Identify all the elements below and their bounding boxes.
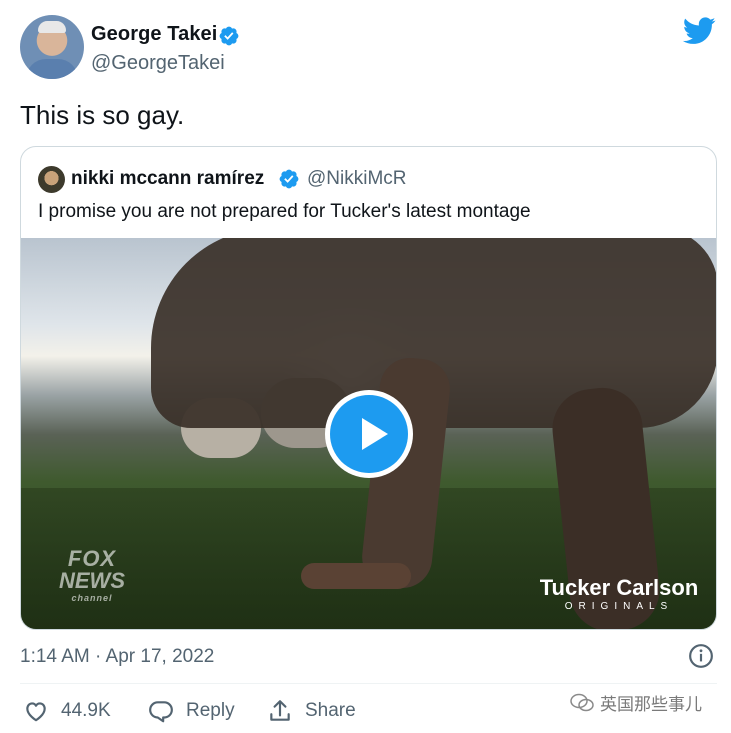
- share-upload-icon: [270, 700, 290, 721]
- reply-bubble-icon: [149, 701, 173, 723]
- show-logo-title: Tucker Carlson: [539, 575, 699, 600]
- watermark-text: 英国那些事儿: [600, 695, 702, 714]
- reply-button[interactable]: Reply: [148, 696, 235, 726]
- show-logo-subtitle: ORIGINALS: [564, 601, 674, 612]
- divider: [20, 683, 717, 684]
- quoted-tweet-card[interactable]: nikki mccann ramírez @NikkiMcR I promise…: [20, 146, 717, 630]
- twitter-bird-icon[interactable]: [683, 17, 716, 45]
- author-handle[interactable]: @GeorgeTakei: [91, 52, 225, 75]
- show-logo: Tucker Carlson ORIGINALS: [535, 576, 703, 614]
- play-button[interactable]: [325, 390, 413, 478]
- video-player[interactable]: FOX NEWS channel Tucker Carlson ORIGINAL…: [21, 238, 716, 629]
- play-button-circle: [330, 395, 408, 473]
- quoted-tweet-text: I promise you are not prepared for Tucke…: [38, 201, 531, 222]
- fox-logo-line: FOX: [67, 546, 117, 571]
- quoted-author-handle[interactable]: @NikkiMcR: [307, 168, 407, 190]
- avatar-hair: [38, 21, 66, 33]
- share-label: Share: [305, 700, 356, 721]
- fox-logo-line: channel: [71, 593, 113, 603]
- info-icon[interactable]: [688, 643, 714, 669]
- quoted-author-display-name[interactable]: nikki mccann ramírez: [71, 168, 264, 190]
- fox-news-logo: FOX NEWS channel: [59, 548, 125, 612]
- verified-badge-icon: [219, 26, 239, 46]
- author-display-name[interactable]: George Takei: [91, 23, 217, 46]
- like-count: 44.9K: [61, 700, 111, 721]
- quoted-author-avatar[interactable]: [38, 166, 65, 193]
- source-watermark: 英国那些事儿: [570, 690, 702, 715]
- heart-icon: [26, 702, 46, 722]
- author-avatar[interactable]: [20, 15, 84, 79]
- avatar-shirt: [26, 59, 78, 79]
- verified-badge-icon: [279, 169, 299, 189]
- share-button[interactable]: Share: [267, 696, 356, 726]
- reply-label: Reply: [186, 700, 235, 721]
- like-button[interactable]: 44.9K: [23, 696, 111, 726]
- video-foreground-hand: [301, 563, 411, 589]
- tweet-text: This is so gay.: [20, 100, 185, 130]
- fox-logo-line: NEWS: [59, 568, 125, 593]
- play-icon: [362, 418, 388, 450]
- wechat-icon: [570, 693, 594, 711]
- tweet-timestamp[interactable]: 1:14 AM · Apr 17, 2022: [20, 646, 214, 668]
